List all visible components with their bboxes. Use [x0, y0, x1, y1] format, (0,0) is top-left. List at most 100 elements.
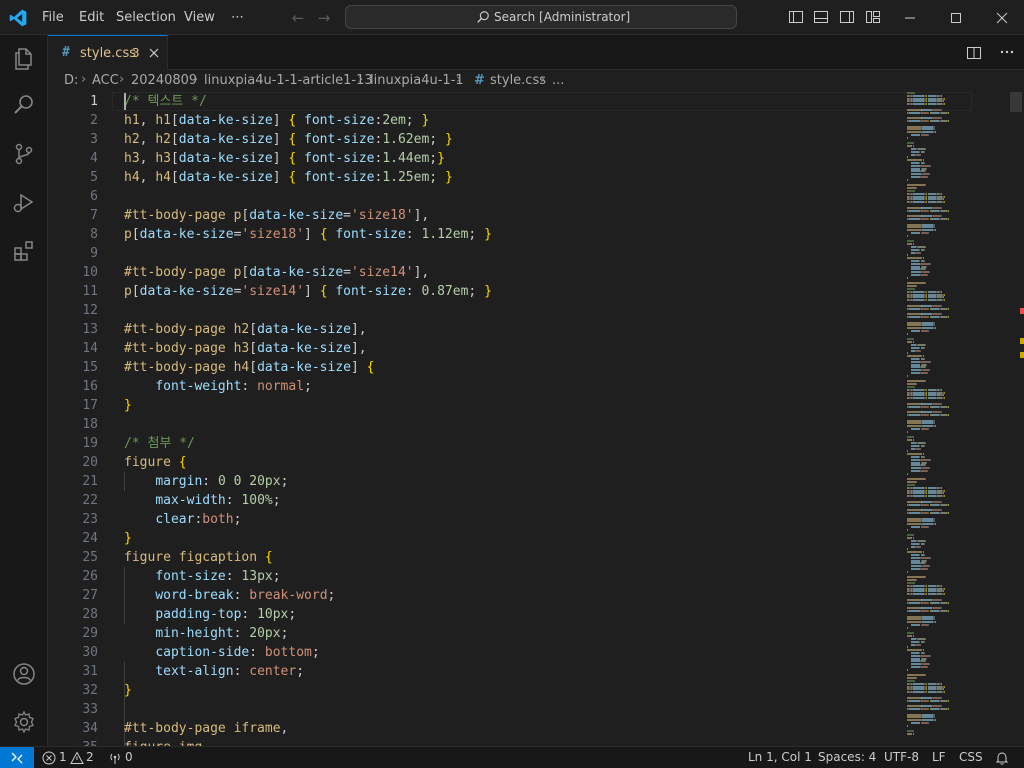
minimap-segment	[907, 472, 908, 475]
code-line[interactable]: 34 #tt-body-page iframe,	[48, 719, 908, 738]
code-text: max-width: 100%;	[124, 491, 280, 510]
code-text: }	[124, 681, 132, 700]
minimap-segment	[943, 296, 944, 299]
customize-layout-icon[interactable]	[865, 9, 881, 25]
minimap-segment	[913, 495, 925, 498]
minimap-segment	[922, 327, 934, 330]
explorer-icon[interactable]	[12, 47, 36, 71]
tab-style-css[interactable]: # style.css 3	[48, 35, 168, 70]
minimap-segment	[933, 500, 941, 503]
code-line[interactable]: 14 #tt-body-page h3[data-ke-size],	[48, 339, 908, 358]
extensions-icon[interactable]	[12, 239, 36, 263]
code-line[interactable]: 22 max-width: 100%;	[48, 491, 908, 510]
menu-more[interactable]: ⋯	[225, 0, 250, 35]
notifications-bell-icon[interactable]	[995, 751, 1009, 765]
ports-antenna-icon[interactable]	[108, 751, 122, 765]
code-token: [	[249, 341, 258, 356]
code-line[interactable]: 3 h2, h2[data-ke-size] { font-size:1.62em…	[48, 130, 908, 149]
code-line[interactable]: 10 #tt-body-page p[data-ke-size='size14']…	[48, 263, 908, 282]
forward-arrow-icon[interactable]: →	[314, 8, 334, 28]
code-line[interactable]: 16 font-weight: normal;	[48, 377, 908, 396]
close-icon	[996, 12, 1008, 24]
breadcrumb-item[interactable]: D:	[64, 73, 78, 88]
code-line[interactable]: 25 figure figcaption {	[48, 548, 908, 567]
minimap-segment	[910, 134, 921, 136]
end-of-line[interactable]: LF	[932, 750, 946, 764]
warning-count[interactable]: 2	[86, 750, 94, 764]
language-mode[interactable]: CSS	[959, 750, 983, 764]
code-line[interactable]: 33	[48, 700, 908, 719]
code-editor[interactable]: 1/* 텍스트 */2 h1, h1[data-ke-size] { font-s…	[48, 92, 1024, 746]
minimap-segment	[922, 229, 934, 232]
code-line[interactable]: 6	[48, 187, 908, 206]
close-tab-icon[interactable]	[146, 45, 162, 61]
split-editor-icon[interactable]	[966, 45, 982, 61]
code-line[interactable]: 27 word-break: break-word;	[48, 586, 908, 605]
code-line[interactable]: 9	[48, 244, 908, 263]
menu-selection[interactable]: Selection	[110, 0, 182, 35]
code-line[interactable]: 31 text-align: center;	[48, 662, 908, 681]
more-actions-icon[interactable]	[999, 44, 1015, 60]
maximize-button[interactable]	[932, 0, 978, 35]
back-arrow-icon[interactable]: ←	[288, 8, 308, 28]
encoding[interactable]: UTF-8	[884, 750, 919, 764]
breadcrumb-item[interactable]: ACC	[92, 73, 119, 88]
source-control-icon[interactable]	[12, 142, 36, 166]
code-line[interactable]: 30 caption-side: bottom;	[48, 643, 908, 662]
settings-gear-icon[interactable]	[12, 710, 36, 734]
code-line[interactable]: 35 figure img,	[48, 738, 908, 746]
menu-view[interactable]: View	[178, 0, 221, 35]
code-line[interactable]: 13 #tt-body-page h2[data-ke-size],	[48, 320, 908, 339]
remote-indicator[interactable]	[0, 747, 34, 768]
toggle-secondary-sidebar-icon[interactable]	[839, 9, 855, 25]
breadcrumb-item[interactable]: ...	[552, 73, 564, 88]
accounts-icon[interactable]	[12, 662, 36, 686]
code-line[interactable]: 4 h3, h3[data-ke-size] { font-size:1.44em…	[48, 149, 908, 168]
menu-file[interactable]: File	[36, 0, 70, 35]
minimap-segment	[907, 108, 921, 111]
error-icon[interactable]	[42, 751, 56, 765]
code-line[interactable]: 7 #tt-body-page p[data-ke-size='size18'],	[48, 206, 908, 225]
breadcrumb-item[interactable]: linuxpia4u-1-1-article1-13	[204, 73, 373, 88]
minimap-segment	[920, 512, 928, 514]
code-line[interactable]: 24}	[48, 529, 908, 548]
code-token: font-weight	[155, 379, 242, 394]
code-line[interactable]: 32}	[48, 681, 908, 700]
breadcrumb-item[interactable]: 20240809	[131, 73, 197, 88]
code-line[interactable]: 5 h4, h4[data-ke-size] { font-size:1.25em…	[48, 168, 908, 187]
indentation[interactable]: Spaces: 4	[818, 750, 876, 764]
code-line[interactable]: 21 margin: 0 0 20px;	[48, 472, 908, 491]
code-line[interactable]: 11 p[data-ke-size='size14'] { font-size: …	[48, 282, 908, 301]
code-line[interactable]: 1 /* 텍스트 */	[48, 92, 908, 111]
close-window-button[interactable]	[978, 0, 1024, 35]
code-line[interactable]: 8 p[data-ke-size='size18'] { font-size: 1…	[48, 225, 908, 244]
code-line[interactable]: 28 padding-top: 10px;	[48, 605, 908, 624]
code-line[interactable]: 18	[48, 415, 908, 434]
ports-count[interactable]: 0	[125, 750, 133, 764]
breadcrumb-item[interactable]: style.css	[490, 73, 546, 88]
menu-edit[interactable]: Edit	[73, 0, 110, 35]
search-view-icon[interactable]	[12, 93, 36, 117]
breadcrumb-item[interactable]: linuxpia4u-1-1	[370, 73, 464, 88]
vertical-scrollbar[interactable]	[1010, 92, 1022, 112]
code-line[interactable]: 12	[48, 301, 908, 320]
code-line[interactable]: 2 h1, h1[data-ke-size] { font-size:2em; }	[48, 111, 908, 130]
command-center-search[interactable]: Search [Administrator]	[345, 5, 737, 29]
toggle-primary-sidebar-icon[interactable]	[788, 9, 804, 25]
minimize-button[interactable]	[886, 0, 932, 35]
code-line[interactable]: 29 min-height: 20px;	[48, 624, 908, 643]
minimap-segment	[933, 422, 935, 425]
error-count[interactable]: 1	[59, 750, 67, 764]
code-line[interactable]: 15 #tt-body-page h4[data-ke-size] {	[48, 358, 908, 377]
run-debug-icon[interactable]	[12, 191, 36, 215]
code-line[interactable]: 20 figure {	[48, 453, 908, 472]
minimap-segment	[907, 450, 908, 453]
cursor-position[interactable]: Ln 1, Col 1	[748, 750, 812, 764]
code-line[interactable]: 19 /* 첨부 */	[48, 434, 908, 453]
toggle-panel-icon[interactable]	[813, 9, 829, 25]
minimap[interactable]	[907, 92, 1007, 746]
code-line[interactable]: 26 font-size: 13px;	[48, 567, 908, 586]
warning-icon[interactable]	[70, 751, 84, 765]
code-line[interactable]: 23 clear:both;	[48, 510, 908, 529]
code-line[interactable]: 17}	[48, 396, 908, 415]
